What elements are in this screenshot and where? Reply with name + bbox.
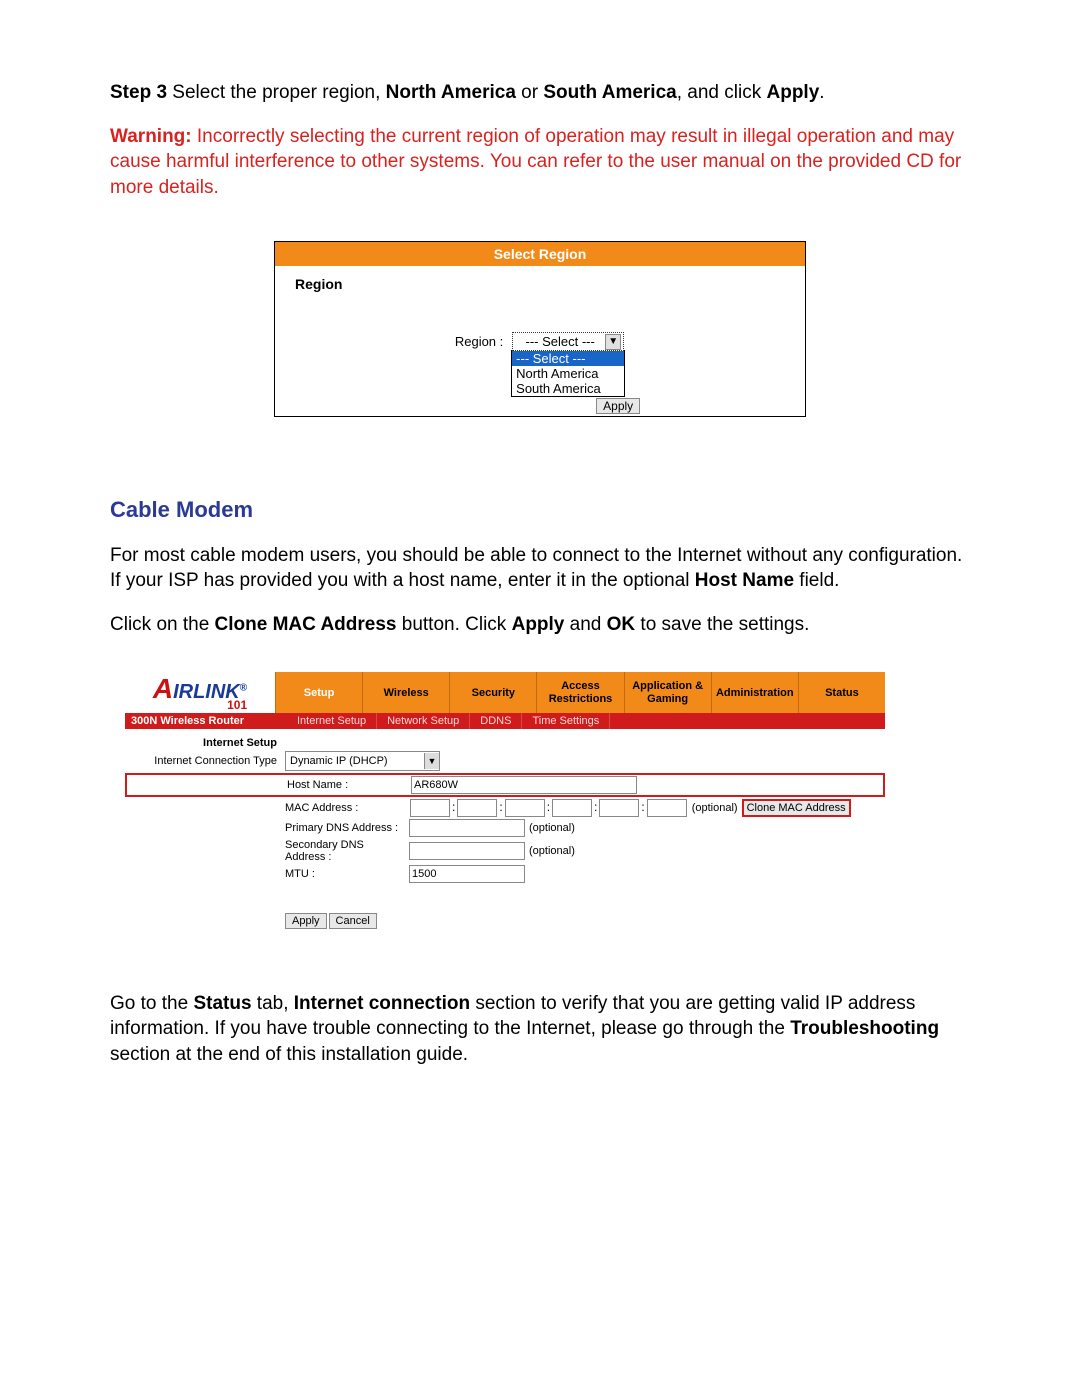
primary-dns-label: Primary DNS Address : <box>285 822 409 834</box>
cancel-button[interactable]: Cancel <box>329 913 377 929</box>
step3-prefix: Step 3 <box>110 82 167 103</box>
tab-setup[interactable]: Setup <box>275 672 362 712</box>
cm-p2-c: and <box>564 614 606 635</box>
clone-mac-button[interactable]: Clone MAC Address <box>742 799 851 817</box>
router-model: 300N Wireless Router <box>125 713 287 729</box>
mac-seg-5[interactable] <box>599 799 639 817</box>
subtab-network-setup[interactable]: Network Setup <box>377 713 470 729</box>
mac-seg-4[interactable] <box>552 799 592 817</box>
region-option-select[interactable]: --- Select --- <box>512 351 624 366</box>
step3-period: . <box>819 82 824 103</box>
tab-access-restrictions[interactable]: Access Restrictions <box>536 672 623 712</box>
footer-a: Go to the <box>110 993 193 1014</box>
step3-or: or <box>516 82 543 103</box>
tab-security[interactable]: Security <box>449 672 536 712</box>
cm-p2-b: button. Click <box>396 614 511 635</box>
conn-type-value: Dynamic IP (DHCP) <box>286 755 424 767</box>
footer-d: section at the end of this installation … <box>110 1044 468 1065</box>
step3-sa: South America <box>543 82 676 103</box>
host-name-label: Host Name : <box>287 779 411 791</box>
mtu-label: MTU : <box>285 868 409 880</box>
chevron-down-icon: ▼ <box>424 753 439 769</box>
select-region-header: Select Region <box>275 242 805 266</box>
mac-seg-1[interactable] <box>410 799 450 817</box>
router-admin-panel: AIRLINK® 101 Setup Wireless Security Acc… <box>125 672 885 950</box>
secondary-dns-label: Secondary DNS Address : <box>285 839 409 863</box>
primary-dns-input[interactable] <box>409 819 525 837</box>
cm-p2-b1: Clone MAC Address <box>215 614 397 635</box>
conn-type-select[interactable]: Dynamic IP (DHCP)▼ <box>285 751 440 771</box>
cm-p1-b: field. <box>794 570 839 591</box>
select-region-panel: Select Region Region Region : --- Select… <box>274 241 806 417</box>
main-tabs: Setup Wireless Security Access Restricti… <box>275 672 885 712</box>
region-dropdown-selected: --- Select --- <box>515 334 605 349</box>
cm-p1-bold: Host Name <box>695 570 794 591</box>
region-apply-button[interactable]: Apply <box>596 398 640 414</box>
mac-seg-3[interactable] <box>505 799 545 817</box>
tab-status[interactable]: Status <box>798 672 885 712</box>
tab-administration[interactable]: Administration <box>711 672 798 712</box>
region-option-north-america[interactable]: North America <box>512 366 624 381</box>
subtab-ddns[interactable]: DDNS <box>470 713 522 729</box>
region-dropdown[interactable]: --- Select ---▼ <box>512 332 624 351</box>
warning-paragraph: Warning: Incorrectly selecting the curre… <box>110 124 970 201</box>
region-field-label: Region : <box>455 332 503 349</box>
secondary-dns-input[interactable] <box>409 842 525 860</box>
footer-b1: Status <box>193 993 251 1014</box>
region-side-label: Region <box>295 276 342 292</box>
step3-na: North America <box>386 82 516 103</box>
region-option-south-america[interactable]: South America <box>512 381 624 396</box>
cable-modem-heading: Cable Modem <box>110 497 970 523</box>
warning-text: Incorrectly selecting the current region… <box>110 126 961 198</box>
subtab-internet-setup[interactable]: Internet Setup <box>287 713 377 729</box>
footer-paragraph: Go to the Status tab, Internet connectio… <box>110 991 970 1068</box>
mtu-input[interactable] <box>409 865 525 883</box>
warning-label: Warning: <box>110 126 192 147</box>
mac-optional-note: (optional) <box>688 802 738 814</box>
cable-modem-p1: For most cable modem users, you should b… <box>110 543 970 594</box>
internet-setup-section-label: Internet Setup <box>125 737 285 749</box>
step3-text-a: Select the proper region, <box>167 82 386 103</box>
mac-seg-2[interactable] <box>457 799 497 817</box>
secondary-dns-optional: (optional) <box>525 845 575 857</box>
step3-apply: Apply <box>767 82 820 103</box>
cm-p2-d: to save the settings. <box>635 614 809 635</box>
footer-b: tab, <box>252 993 294 1014</box>
mac-address-label: MAC Address : <box>285 802 409 814</box>
airlink-logo: AIRLINK® 101 <box>125 672 275 712</box>
host-name-input[interactable] <box>411 776 637 794</box>
cable-modem-p2: Click on the Clone MAC Address button. C… <box>110 612 970 638</box>
apply-button[interactable]: Apply <box>285 913 327 929</box>
primary-dns-optional: (optional) <box>525 822 575 834</box>
footer-b3: Troubleshooting <box>790 1018 939 1039</box>
cm-p2-b2: Apply <box>512 614 565 635</box>
chevron-down-icon: ▼ <box>605 334 621 350</box>
cm-p2-a: Click on the <box>110 614 215 635</box>
tab-wireless[interactable]: Wireless <box>362 672 449 712</box>
tab-application-gaming[interactable]: Application & Gaming <box>624 672 711 712</box>
region-dropdown-list: --- Select --- North America South Ameri… <box>511 350 625 397</box>
cm-p2-b3: OK <box>607 614 636 635</box>
conn-type-label: Internet Connection Type <box>125 755 285 767</box>
subtab-time-settings[interactable]: Time Settings <box>522 713 610 729</box>
step3-text-b: , and click <box>677 82 767 103</box>
step3-line: Step 3 Select the proper region, North A… <box>110 80 970 106</box>
footer-b2: Internet connection <box>294 993 470 1014</box>
mac-seg-6[interactable] <box>647 799 687 817</box>
